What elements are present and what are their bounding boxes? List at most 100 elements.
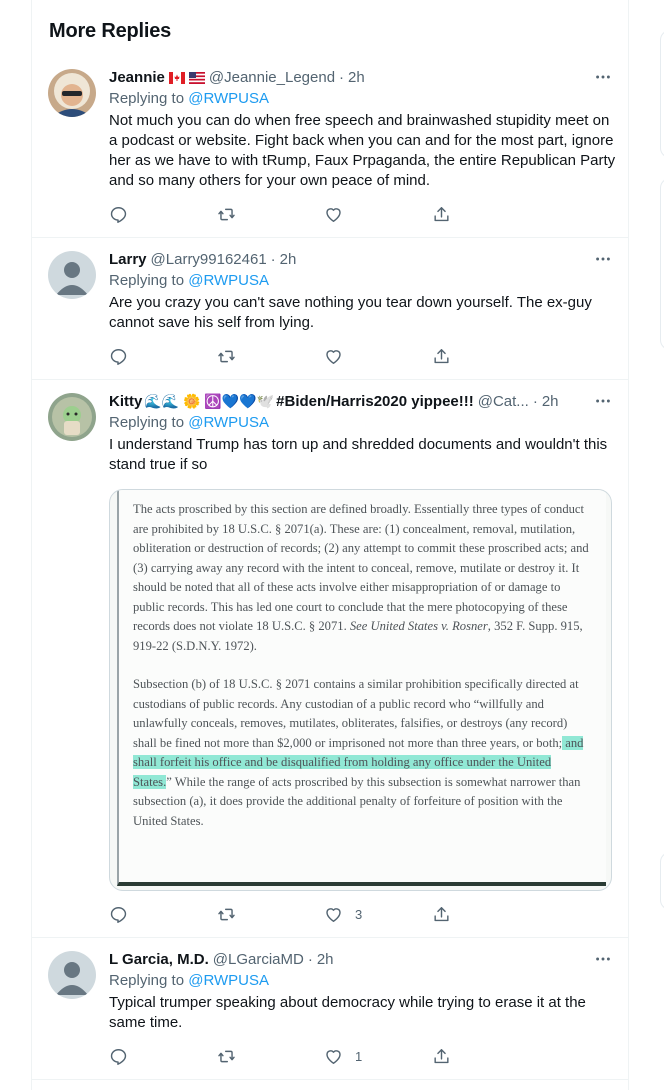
retweet-icon <box>217 208 235 220</box>
tweet-actions: 1 <box>109 1046 539 1066</box>
display-name-hashtag[interactable]: #Biden/Harris2020 yippee!!! <box>276 393 474 410</box>
mention-link[interactable]: @RWPUSA <box>188 272 269 289</box>
like-count: 1 <box>355 1048 363 1064</box>
like-button[interactable]: 1 <box>324 1046 432 1066</box>
retweet-button[interactable] <box>217 204 325 224</box>
tweet-header: L Garcia, M.D. @LGarciaMD · 2h <box>109 949 615 969</box>
tweet-header: Jeannie @Jeannie_Legend · 2h <box>109 67 615 87</box>
document-paragraph: The acts proscribed by this section are … <box>133 500 592 656</box>
replying-to: Replying to @RWPUSA <box>109 271 269 291</box>
timestamp[interactable]: 2h <box>280 251 297 268</box>
display-name[interactable]: Larry <box>109 251 147 268</box>
tweet-actions: 3 <box>109 904 539 924</box>
mention-link[interactable]: @RWPUSA <box>188 90 269 107</box>
mention-link[interactable]: @RWPUSA <box>188 972 269 989</box>
mention-link[interactable]: @RWPUSA <box>188 414 269 431</box>
timeline-column: More Replies Jeannie @Jeannie_Legend · 2… <box>31 0 629 1090</box>
share-icon <box>433 348 449 363</box>
reply-icon <box>110 206 127 223</box>
separator-dot: · <box>532 392 538 410</box>
tweet-text: Typical trumper speaking about democracy… <box>109 994 586 1031</box>
retweet-button[interactable] <box>217 346 325 366</box>
separator-dot: · <box>339 68 345 86</box>
like-button[interactable] <box>324 204 432 224</box>
canada-flag-icon <box>168 71 185 84</box>
reply-button[interactable] <box>109 346 217 366</box>
share-button[interactable] <box>432 204 540 224</box>
reply-button[interactable] <box>109 204 217 224</box>
share-button[interactable] <box>432 346 540 366</box>
right-sidebar-card <box>660 852 664 910</box>
avatar[interactable] <box>48 393 96 441</box>
more-icon[interactable] <box>593 949 613 969</box>
share-icon <box>433 1048 449 1063</box>
like-button[interactable] <box>324 346 432 366</box>
replying-to-label: Replying to <box>109 414 185 431</box>
tweet-actions <box>109 346 539 366</box>
attached-image[interactable]: The acts proscribed by this section are … <box>109 489 612 891</box>
retweet-button[interactable] <box>217 904 325 924</box>
handle[interactable]: @Jeannie_Legend <box>209 69 335 86</box>
timestamp[interactable]: 2h <box>317 951 334 968</box>
usa-flag-icon <box>188 71 205 84</box>
tweet[interactable]: L Garcia, M.D. @LGarciaMD · 2h Replying … <box>32 938 629 1080</box>
avatar[interactable] <box>48 251 96 299</box>
share-icon <box>433 906 449 921</box>
display-name[interactable]: Jeannie <box>109 69 165 86</box>
heart-icon <box>326 349 341 364</box>
replying-to: Replying to @RWPUSA <box>109 413 269 433</box>
tweet[interactable]: Kitty 🌊🌊 🌼 ☮️💙💙🕊️ #Biden/Harris2020 yipp… <box>32 380 629 938</box>
handle[interactable]: @Larry99162461 <box>151 251 267 268</box>
retweet-button[interactable] <box>217 1046 325 1066</box>
reply-icon <box>110 906 127 923</box>
separator-dot: · <box>270 250 276 268</box>
avatar[interactable] <box>48 951 96 999</box>
document-text: ” While the range of acts proscribed by … <box>133 774 581 828</box>
tweet-text: I understand Trump has torn up and shred… <box>109 436 608 473</box>
reply-icon <box>110 1048 127 1065</box>
timestamp[interactable]: 2h <box>348 69 365 86</box>
like-button[interactable]: 3 <box>324 904 432 924</box>
heart-icon <box>326 1049 341 1064</box>
handle[interactable]: @Cat... <box>478 393 529 410</box>
more-icon[interactable] <box>593 67 613 87</box>
tweet-header: Kitty 🌊🌊 🌼 ☮️💙💙🕊️ #Biden/Harris2020 yipp… <box>109 391 615 411</box>
tweet-header: Larry @Larry99162461 · 2h <box>109 249 615 269</box>
share-icon <box>433 206 449 221</box>
avatar[interactable] <box>48 69 96 117</box>
share-button[interactable] <box>432 1046 540 1066</box>
timestamp[interactable]: 2h <box>542 393 559 410</box>
reply-button[interactable] <box>109 1046 217 1066</box>
tweet[interactable]: Larry @Larry99162461 · 2h Replying to @R… <box>32 238 629 380</box>
tweet-text: Not much you can do when free speech and… <box>109 112 616 189</box>
display-name[interactable]: L Garcia, M.D. <box>109 951 209 968</box>
tweet[interactable]: Jeannie @Jeannie_Legend · 2h Replying to… <box>32 56 629 238</box>
document-text: The acts proscribed by this section are … <box>133 502 589 633</box>
heart-icon <box>326 907 341 922</box>
share-button[interactable] <box>432 904 540 924</box>
reply-icon <box>110 348 127 365</box>
retweet-icon <box>217 908 235 920</box>
separator-dot: · <box>307 950 313 968</box>
like-count: 3 <box>355 906 363 922</box>
heart-icon <box>326 207 341 222</box>
retweet-icon <box>217 350 235 362</box>
handle[interactable]: @LGarciaMD <box>213 951 304 968</box>
reply-button[interactable] <box>109 904 217 924</box>
replying-to-label: Replying to <box>109 272 185 289</box>
replying-to-label: Replying to <box>109 972 185 989</box>
document-citation: See United States v. Rosner <box>349 619 488 633</box>
more-icon[interactable] <box>593 391 613 411</box>
document-paragraph: Subsection (b) of 18 U.S.C. § 2071 conta… <box>133 675 592 831</box>
right-sidebar-card <box>660 178 664 350</box>
document-excerpt: The acts proscribed by this section are … <box>117 490 606 886</box>
right-sidebar-card <box>660 30 664 158</box>
left-gutter <box>0 0 31 1090</box>
replying-to: Replying to @RWPUSA <box>109 89 269 109</box>
name-emoji: 🌊🌊 🌼 ☮️💙💙🕊️ <box>144 392 275 409</box>
replying-to-label: Replying to <box>109 90 185 107</box>
display-name[interactable]: Kitty <box>109 393 142 410</box>
tweet-text: Are you crazy you can't save nothing you… <box>109 294 592 331</box>
retweet-icon <box>217 1050 235 1062</box>
more-icon[interactable] <box>593 249 613 269</box>
